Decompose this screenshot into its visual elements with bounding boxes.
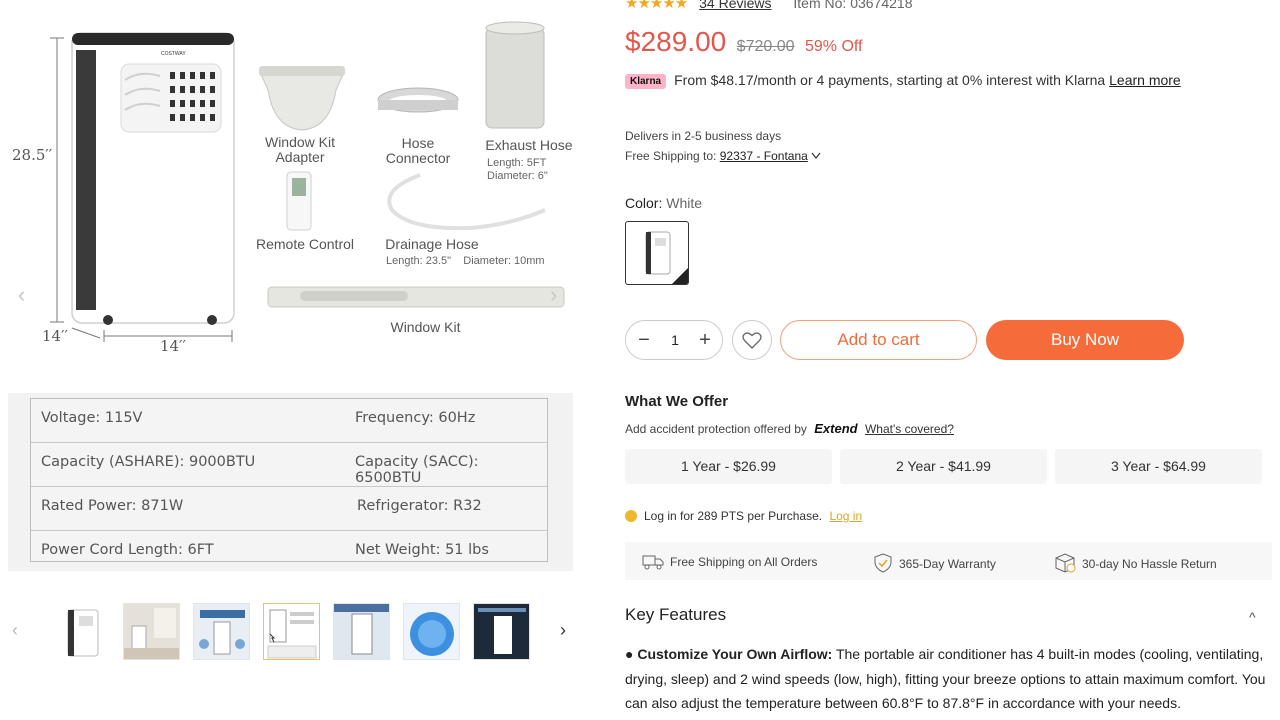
thumbnail-4-active[interactable] (263, 603, 320, 660)
product-info: ★★★★★ 34 Reviews Item No: 03674218 $289.… (625, 0, 1280, 720)
coin-icon (625, 510, 637, 522)
main-product-image[interactable]: 28.5′′ 14′′ 14′′ COSTWAY Window Kit Adap… (0, 0, 580, 390)
shield-check-icon (874, 553, 892, 573)
minus-icon[interactable]: − (632, 329, 656, 353)
benefit-label: 365-Day Warranty (899, 557, 996, 571)
klarna-logo: Klarna (625, 74, 667, 89)
zip-code-link[interactable]: 92337 - Fontana (720, 149, 808, 163)
spec-row: Rated Power: 871W Refrigerator: R32 (31, 487, 547, 531)
sale-price: $289.00 (625, 26, 727, 57)
star-rating-icon: ★★★★★ (625, 0, 688, 12)
spec-voltage: Voltage: 115V (41, 410, 143, 426)
key-feature-item: ● Customize Your Own Airflow: The portab… (625, 642, 1275, 716)
rating-row: ★★★★★ 34 Reviews Item No: 03674218 (625, 0, 913, 12)
klarna-financing: Klarna From $48.17/month or 4 payments, s… (625, 72, 1181, 89)
bullet: ● (625, 646, 634, 662)
benefit-free-shipping: Free Shipping on All Orders (642, 553, 817, 571)
collapse-caret-icon[interactable]: ^ (1249, 609, 1256, 625)
spec-row: Voltage: 115V Frequency: 60Hz (31, 399, 547, 443)
spec-table: Voltage: 115V Frequency: 60Hz Capacity (… (30, 398, 548, 562)
reviews-link[interactable]: 34 Reviews (699, 0, 771, 11)
points-row: Log in for 289 PTS per Purchase. Log in (625, 509, 862, 523)
spec-capacity-sacc: Capacity (SACC): 6500BTU (355, 454, 479, 486)
spec-row: Power Cord Length: 6FT Net Weight: 51 lb… (31, 531, 547, 575)
benefit-warranty: 365-Day Warranty (873, 553, 996, 573)
benefit-label: 30-day No Hassle Return (1082, 557, 1217, 571)
whats-covered-link[interactable]: What's covered? (865, 422, 954, 436)
height-dimension: 28.5′′ (12, 146, 53, 164)
next-image-arrow-icon[interactable]: › (550, 282, 557, 308)
part-exhaust-hose: Exhaust Hose (485, 137, 573, 153)
thumbnail-prev-arrow-icon[interactable]: ‹ (12, 620, 18, 641)
truck-icon (642, 555, 664, 570)
spec-net-weight: Net Weight: 51 lbs (355, 542, 489, 558)
part-window-kit-adapter: Window Kit Adapter (264, 134, 336, 165)
wishlist-button[interactable] (732, 320, 772, 360)
benefits-bar: Free Shipping on All Orders 365-Day Warr… (625, 542, 1272, 580)
protection-plan-1-year[interactable]: 1 Year - $26.99 (625, 449, 832, 484)
brand-mark: COSTWAY (161, 51, 186, 57)
thumbnail-7[interactable] (473, 603, 530, 660)
thumbnail-1[interactable] (54, 603, 111, 660)
color-selector-label: Color: White (625, 195, 702, 211)
thumbnail-2[interactable] (123, 603, 180, 660)
quantity-value[interactable]: 1 (664, 332, 686, 348)
color-value: White (666, 195, 703, 211)
spec-capacity-ashare: Capacity (ASHARE): 9000BTU (41, 454, 256, 470)
protection-offer: Add accident protection offered by Exten… (625, 421, 954, 436)
thumbnail-3[interactable] (193, 603, 250, 660)
heart-icon (742, 332, 762, 349)
shipping-location: Free Shipping to: 92337 - Fontana (625, 149, 821, 163)
spec-power-cord: Power Cord Length: 6FT (41, 542, 214, 558)
return-box-icon (1055, 553, 1076, 573)
protection-text: Add accident protection offered by (625, 422, 807, 436)
feature-heading: Customize Your Own Airflow: (637, 646, 833, 662)
thumbnail-next-arrow-icon[interactable]: › (560, 620, 566, 641)
width-dimension: 14′′ (160, 337, 186, 355)
spec-refrigerator: Refrigerator: R32 (357, 498, 482, 514)
quantity-stepper: − 1 + (625, 320, 723, 360)
buy-now-button[interactable]: Buy Now (986, 320, 1184, 360)
part-remote-control: Remote Control (255, 236, 355, 252)
part-hose-connector: Hose Connector (385, 135, 451, 166)
spec-rated-power: Rated Power: 871W (41, 498, 184, 514)
extend-logo: Extend (814, 421, 858, 436)
protection-plan-2-year[interactable]: 2 Year - $41.99 (840, 449, 1047, 484)
part-exhaust-hose-detail: Length: 5FT Diameter: 6" (487, 157, 548, 182)
shipping-label: Free Shipping to: (625, 149, 717, 163)
key-features-title[interactable]: Key Features (625, 605, 726, 625)
depth-dimension: 14′′ (42, 327, 68, 345)
login-link[interactable]: Log in (829, 509, 862, 523)
previous-image-arrow-icon[interactable]: ‹ (18, 282, 25, 308)
spec-frequency: Frequency: 60Hz (355, 410, 476, 426)
delivery-estimate: Delivers in 2-5 business days (625, 129, 782, 143)
benefit-return: 30-day No Hassle Return (1054, 553, 1217, 573)
product-illustration (50, 21, 565, 342)
product-media: 28.5′′ 14′′ 14′′ COSTWAY Window Kit Adap… (0, 0, 600, 720)
klarna-text: From $48.17/month or 4 payments, startin… (674, 72, 1106, 88)
color-swatch-white[interactable] (625, 221, 689, 285)
klarna-learn-more-link[interactable]: Learn more (1109, 72, 1181, 88)
add-to-cart-button[interactable]: Add to cart (780, 320, 977, 360)
thumbnail-5[interactable] (333, 603, 390, 660)
points-text: Log in for 289 PTS per Purchase. (644, 509, 823, 523)
benefit-label: Free Shipping on All Orders (670, 555, 818, 569)
selected-check-icon (672, 268, 688, 284)
original-price: $720.00 (736, 38, 795, 55)
part-window-kit: Window Kit (390, 319, 461, 335)
chevron-down-icon[interactable] (811, 149, 821, 163)
offer-title: What We Offer (625, 393, 729, 410)
item-number: Item No: 03674218 (793, 0, 913, 11)
discount-badge: 59% Off (804, 38, 863, 55)
plus-icon[interactable]: + (693, 329, 717, 353)
thumbnail-6[interactable] (403, 603, 460, 660)
part-drainage-hose: Drainage Hose (385, 236, 479, 252)
spec-row: Capacity (ASHARE): 9000BTU Capacity (SAC… (31, 443, 547, 487)
part-drainage-hose-detail: Length: 23.5" Diameter: 10mm (386, 255, 545, 267)
price-row: $289.00 $720.00 59% Off (625, 26, 862, 60)
thumbnail-strip: ‹ › (0, 598, 600, 662)
protection-plan-3-year[interactable]: 3 Year - $64.99 (1055, 449, 1262, 484)
color-label: Color: (625, 195, 663, 211)
